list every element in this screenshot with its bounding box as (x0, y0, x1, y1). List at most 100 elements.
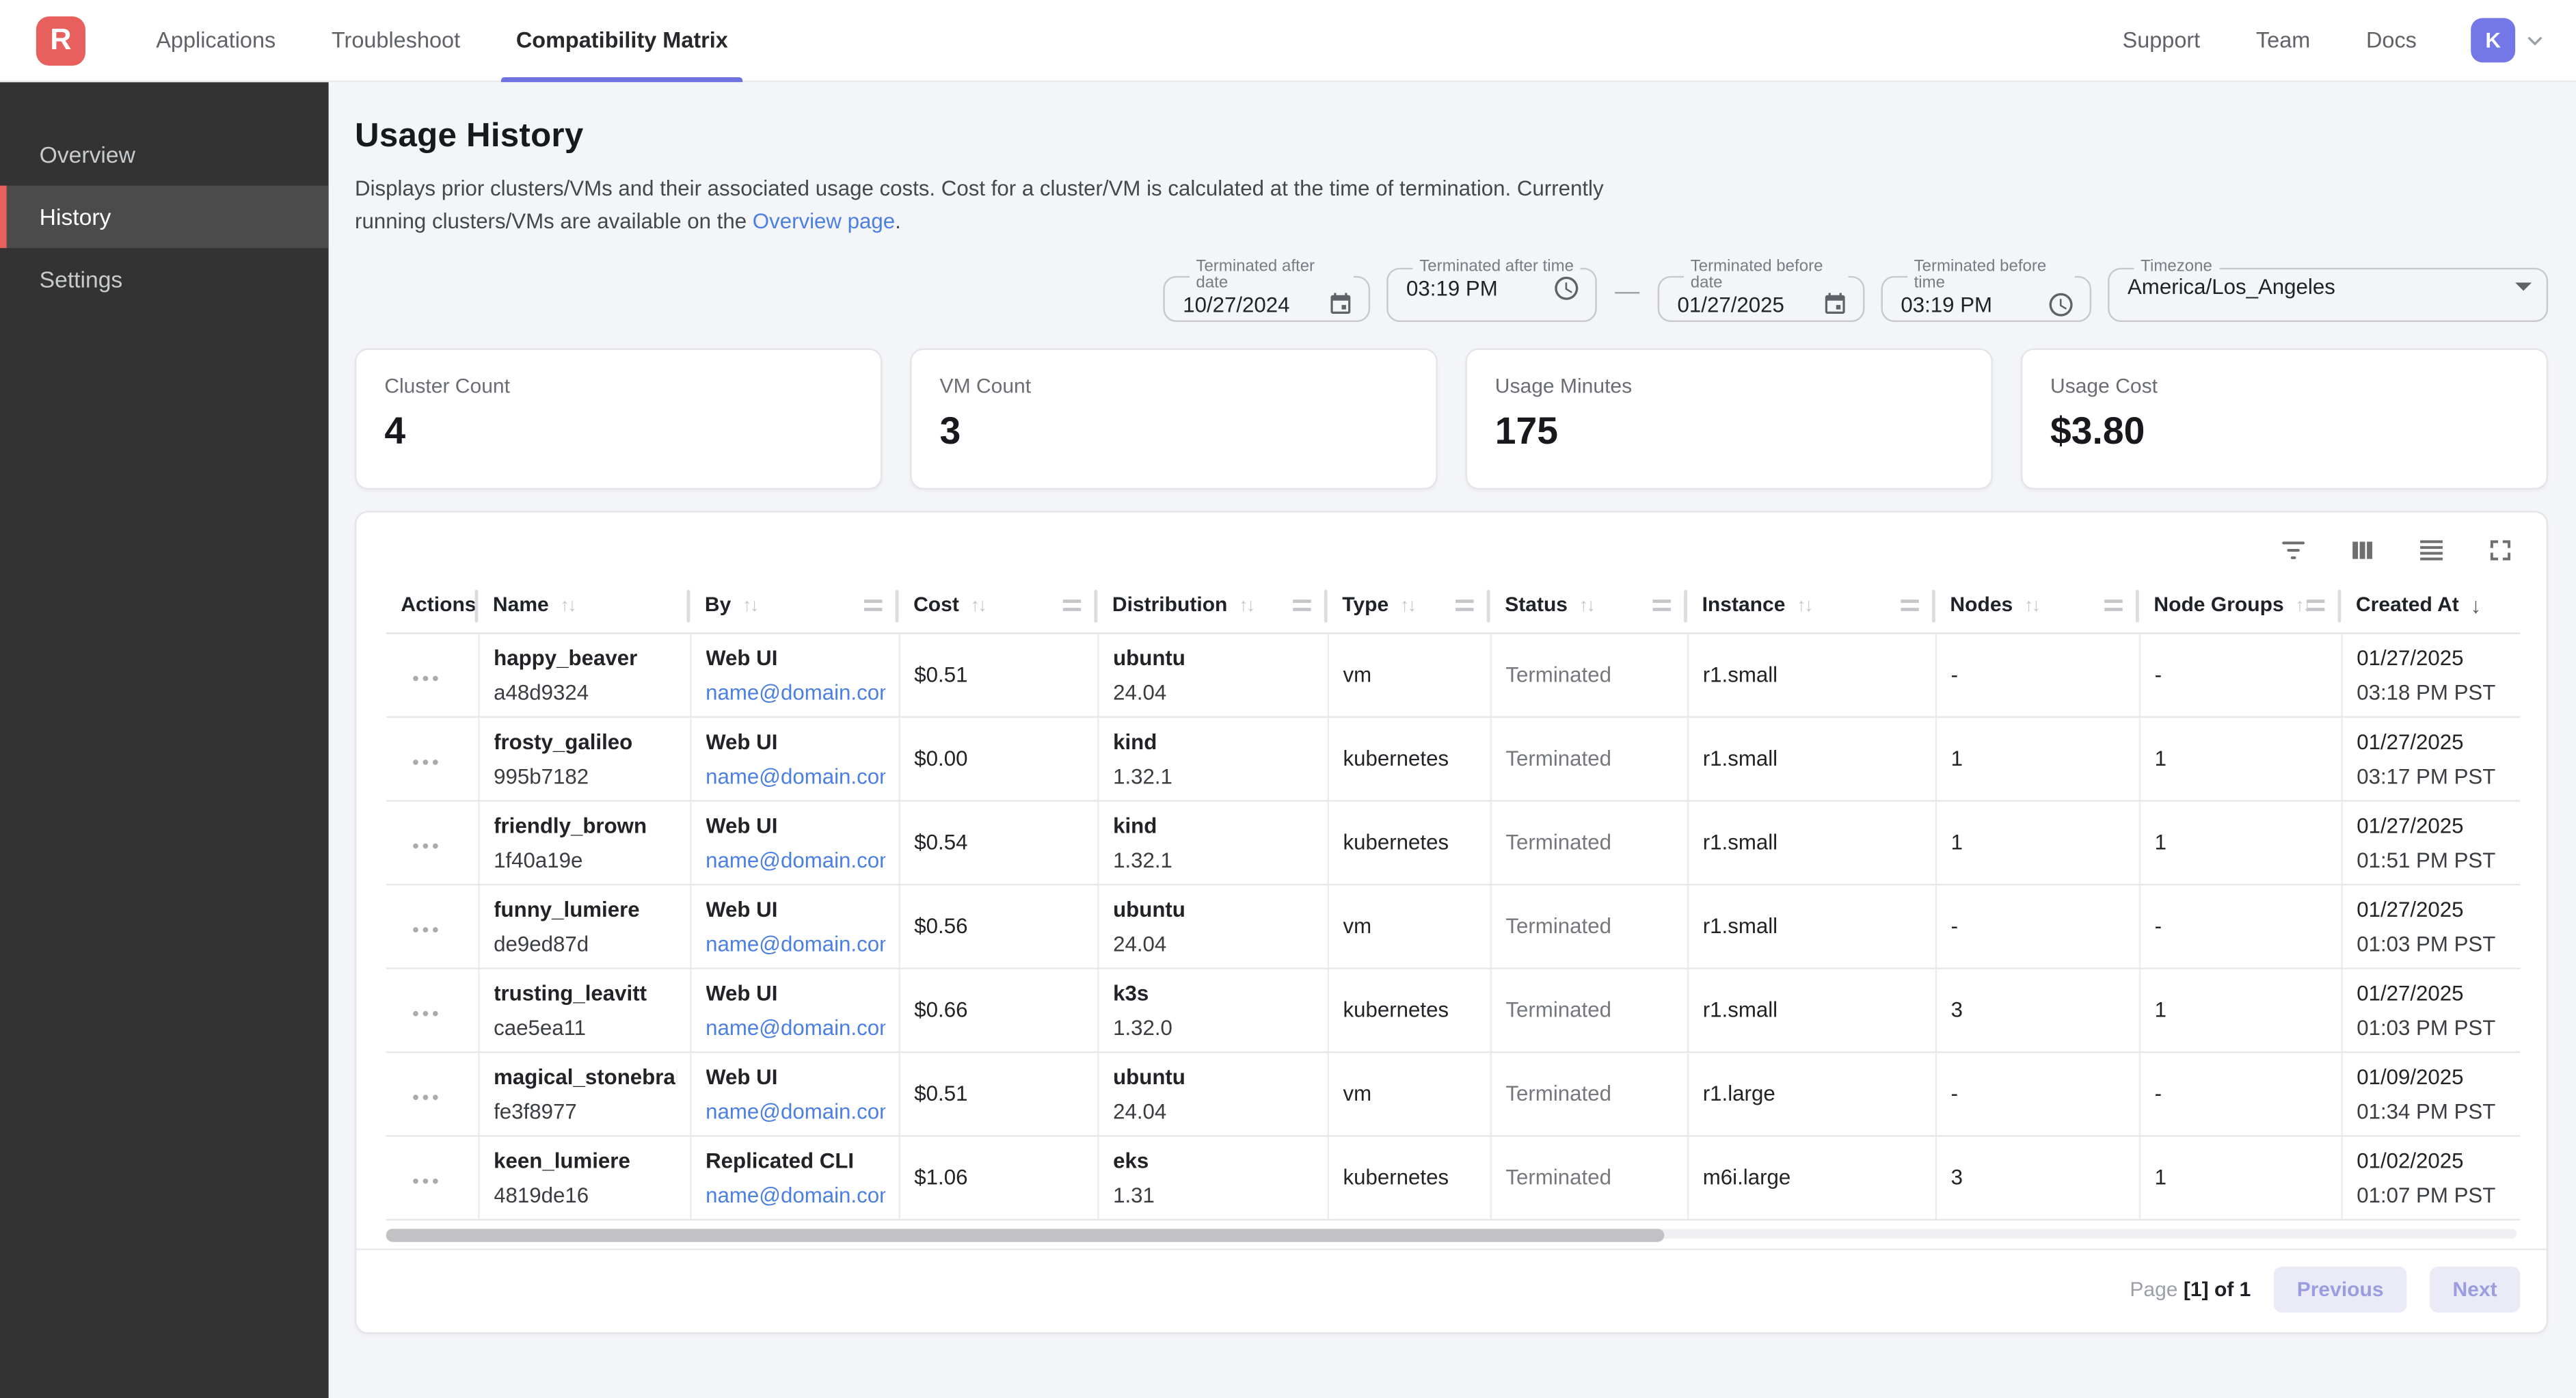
cell-status: Terminated (1490, 884, 1687, 968)
cell-type: kubernetes (1328, 1135, 1490, 1220)
terminated-after-date-field[interactable]: Terminated after date 10/27/2024 (1163, 260, 1370, 322)
horizontal-scrollbar-thumb[interactable] (386, 1228, 1665, 1241)
stat-card-cluster-count: Cluster Count 4 (355, 348, 882, 489)
column-menu-icon[interactable] (1652, 600, 1670, 611)
table-footer: Page [1] of 1 Previous Next (356, 1248, 2546, 1332)
usage-history-table-card: Actions Name By Cost Distribution Type S… (355, 511, 2548, 1334)
created-time: 03:18 PM PST (2357, 677, 2507, 705)
nav-link-team[interactable]: Team (2228, 28, 2338, 53)
by-email-link[interactable]: name@domain.com (706, 762, 885, 790)
dropdown-arrow-icon[interactable] (2515, 282, 2532, 291)
cell-node-groups: - (2139, 884, 2342, 968)
filter-icon[interactable] (2275, 533, 2311, 569)
cell-nodes: 3 (1935, 1135, 2139, 1220)
page-indicator: Page [1] of 1 (2130, 1278, 2251, 1302)
created-date: 01/27/2025 (2357, 894, 2507, 922)
cluster-id: cae5ea11 (494, 1012, 676, 1040)
column-header-created-at[interactable]: Created At (2341, 578, 2520, 632)
nav-link-support[interactable]: Support (2095, 28, 2228, 53)
table-row: happy_beavera48d9324 Web UIname@domain.c… (386, 632, 2521, 716)
filters-bar: Terminated after date 10/27/2024 Termina… (355, 260, 2548, 322)
column-header-by[interactable]: By (690, 578, 898, 632)
chevron-down-icon[interactable] (2523, 29, 2547, 52)
by-email-link[interactable]: name@domain.com (706, 1012, 885, 1040)
column-menu-icon[interactable] (1293, 600, 1311, 611)
cell-distribution: k3s1.32.0 (1097, 967, 1327, 1051)
nav-item-applications[interactable]: Applications (128, 0, 304, 81)
cell-type: kubernetes (1328, 716, 1490, 801)
row-actions-button[interactable] (402, 751, 448, 771)
stat-label: Usage Minutes (1495, 375, 1963, 398)
nav-link-docs[interactable]: Docs (2338, 28, 2445, 53)
navbar-right: Support Team Docs K (2095, 18, 2576, 62)
column-header-instance[interactable]: Instance (1687, 578, 1935, 632)
by-email-link[interactable]: name@domain.com (706, 1097, 885, 1125)
density-icon[interactable] (2413, 533, 2450, 569)
cell-created-at: 01/02/202501:07 PM PST (2341, 1135, 2520, 1220)
cell-node-groups: 1 (2139, 800, 2342, 884)
cell-instance: r1.small (1687, 632, 1935, 716)
cell-cost: $0.51 (898, 632, 1097, 716)
column-menu-icon[interactable] (2307, 600, 2324, 611)
cell-nodes: - (1935, 632, 2139, 716)
sidebar-item-overview[interactable]: Overview (0, 123, 329, 185)
created-date: 01/27/2025 (2357, 811, 2507, 839)
column-header-name[interactable]: Name (478, 578, 690, 632)
stat-card-usage-minutes: Usage Minutes 175 (1466, 348, 1993, 489)
column-menu-icon[interactable] (2104, 600, 2122, 611)
column-header-cost[interactable]: Cost (898, 578, 1097, 632)
cell-by: Replicated CLIname@domain.com (690, 1135, 898, 1220)
sidebar-item-history[interactable]: History (0, 186, 329, 248)
by-email-link[interactable]: name@domain.com (706, 845, 885, 873)
column-menu-icon[interactable] (1063, 600, 1081, 611)
sort-icon (971, 593, 986, 617)
replicated-logo[interactable]: R (36, 16, 85, 65)
cell-nodes: - (1935, 1051, 2139, 1135)
nav-item-troubleshoot[interactable]: Troubleshoot (304, 0, 488, 81)
column-label: Distribution (1112, 593, 1228, 617)
by-email-link[interactable]: name@domain.com (706, 1181, 885, 1209)
table-row: funny_lumierede9ed87d Web UIname@domain.… (386, 884, 2521, 968)
calendar-icon[interactable] (1328, 291, 1354, 317)
row-actions-button[interactable] (402, 1003, 448, 1023)
next-page-button[interactable]: Next (2430, 1267, 2520, 1313)
nav-item-compatibility-matrix[interactable]: Compatibility Matrix (488, 0, 756, 81)
by-email-link[interactable]: name@domain.com (706, 677, 885, 705)
column-header-type[interactable]: Type (1328, 578, 1490, 632)
column-header-status[interactable]: Status (1490, 578, 1687, 632)
column-menu-icon[interactable] (864, 600, 882, 611)
column-header-distribution[interactable]: Distribution (1097, 578, 1327, 632)
created-time: 01:51 PM PST (2357, 845, 2507, 873)
stat-value: 175 (1495, 409, 1963, 453)
row-actions-button[interactable] (402, 668, 448, 688)
column-menu-icon[interactable] (1455, 600, 1473, 611)
timezone-select[interactable]: Timezone America/Los_Angeles (2108, 260, 2548, 322)
logo-letter: R (50, 23, 71, 57)
row-actions-button[interactable] (402, 835, 448, 855)
row-actions-button[interactable] (402, 1087, 448, 1107)
clock-icon[interactable] (1553, 274, 1581, 302)
terminated-before-time-field[interactable]: Terminated before time 03:19 PM (1881, 260, 2092, 322)
column-header-node-groups[interactable]: Node Groups (2139, 578, 2342, 632)
column-header-nodes[interactable]: Nodes (1935, 578, 2139, 632)
terminated-before-date-field[interactable]: Terminated before date 01/27/2025 (1658, 260, 1865, 322)
calendar-icon[interactable] (1822, 291, 1848, 317)
overview-page-link[interactable]: Overview page (753, 209, 895, 233)
cell-nodes: 1 (1935, 716, 2139, 801)
cell-name: frosty_galileo995b7182 (478, 716, 690, 801)
clock-icon[interactable] (2047, 291, 2075, 319)
row-actions-button[interactable] (402, 1170, 448, 1190)
user-avatar[interactable]: K (2471, 18, 2515, 62)
sidebar-item-settings[interactable]: Settings (0, 248, 329, 310)
terminated-after-time-field[interactable]: Terminated after time 03:19 PM (1386, 260, 1597, 322)
fullscreen-icon[interactable] (2482, 533, 2519, 569)
field-label: Terminated after date (1190, 260, 1354, 293)
columns-icon[interactable] (2344, 533, 2380, 569)
by-email-link[interactable]: name@domain.com (706, 929, 885, 957)
cell-created-at: 01/27/202501:03 PM PST (2341, 967, 2520, 1051)
row-actions-button[interactable] (402, 919, 448, 939)
previous-page-button[interactable]: Previous (2274, 1267, 2406, 1313)
column-menu-icon[interactable] (1901, 600, 1918, 611)
cluster-name: keen_lumiere (494, 1146, 676, 1174)
horizontal-scrollbar-track[interactable] (386, 1228, 2517, 1239)
